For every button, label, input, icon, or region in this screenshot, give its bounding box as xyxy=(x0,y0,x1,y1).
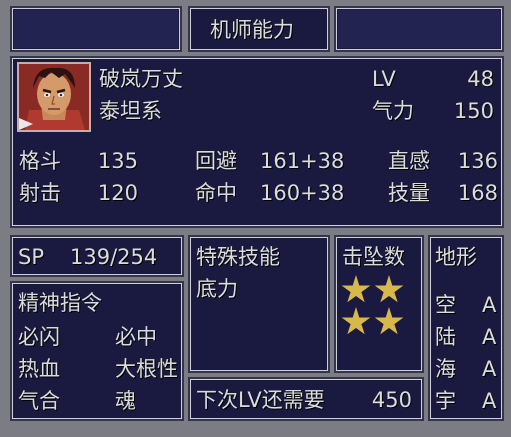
next-level-label: 下次LV还需要 xyxy=(196,388,325,412)
terrain-name-air: 空 xyxy=(435,293,456,317)
pilot-series: 泰坦系 xyxy=(99,99,162,123)
will-label: 气力 xyxy=(372,99,414,123)
kill-star-icon xyxy=(374,307,404,335)
shoot-value: 120 xyxy=(97,181,138,205)
sp-value: 139/254 xyxy=(70,245,158,269)
spirit-commands-panel: 精神指令 必闪 必中 热血 大根性 气合 魂 xyxy=(10,281,184,421)
pilot-name: 破岚万丈 xyxy=(99,67,183,91)
spirit-command[interactable]: 气合 xyxy=(18,389,60,413)
pilot-status-screen: 机师能力 破岚万丈 泰坦系 LV 48 气力 150 格斗 135 射击 120… xyxy=(0,0,511,437)
hit-label: 命中 xyxy=(195,181,237,205)
pilot-portrait xyxy=(17,62,91,132)
melee-value: 135 xyxy=(97,149,138,173)
terrain-rank-space: A xyxy=(482,389,497,413)
spirit-command[interactable]: 热血 xyxy=(18,357,60,381)
sp-panel: SP 139/254 xyxy=(10,235,184,277)
kill-count-panel: 击坠数 xyxy=(334,235,424,373)
terrain-rank-land: A xyxy=(482,325,497,349)
page-title: 机师能力 xyxy=(210,18,294,42)
kill-star-icon xyxy=(341,275,371,303)
intuition-value: 136 xyxy=(457,149,498,173)
terrain-title: 地形 xyxy=(435,245,477,269)
skill-value: 168 xyxy=(457,181,498,205)
special-skills-title: 特殊技能 xyxy=(196,245,280,269)
will-value: 150 xyxy=(453,99,494,123)
terrain-rank-sea: A xyxy=(482,357,497,381)
level-label: LV xyxy=(372,67,396,91)
kill-star-icon xyxy=(341,307,371,335)
spirit-command[interactable]: 魂 xyxy=(115,389,136,413)
melee-label: 格斗 xyxy=(19,149,61,173)
terrain-name-land: 陆 xyxy=(435,325,456,349)
hit-value: 160+38 xyxy=(260,181,345,205)
next-level-value: 450 xyxy=(371,388,412,412)
header-right-blank xyxy=(334,6,504,52)
evade-value: 161+38 xyxy=(260,149,345,173)
kill-count-title: 击坠数 xyxy=(342,245,405,269)
special-skills-panel: 特殊技能 底力 xyxy=(188,235,330,373)
terrain-panel: 地形 空 A 陆 A 海 A 宇 A xyxy=(428,235,504,421)
terrain-name-space: 宇 xyxy=(435,389,456,413)
next-level-panel: 下次LV还需要 450 xyxy=(188,377,424,421)
header-title-panel: 机师能力 xyxy=(188,6,330,52)
terrain-rank-air: A xyxy=(482,293,497,317)
spirit-command[interactable]: 必中 xyxy=(115,325,157,349)
special-skill-item[interactable]: 底力 xyxy=(196,277,238,301)
spirit-command[interactable]: 必闪 xyxy=(18,325,60,349)
sp-label: SP xyxy=(18,245,44,269)
intuition-label: 直感 xyxy=(388,149,430,173)
header-left-blank xyxy=(10,6,182,52)
spirit-command[interactable]: 大根性 xyxy=(115,357,178,381)
level-value: 48 xyxy=(467,67,494,91)
kill-star-icon xyxy=(374,275,404,303)
skill-label: 技量 xyxy=(388,181,430,205)
shoot-label: 射击 xyxy=(19,181,61,205)
spirit-title: 精神指令 xyxy=(18,291,102,315)
terrain-name-sea: 海 xyxy=(435,357,456,381)
pilot-face-icon xyxy=(19,64,89,130)
evade-label: 回避 xyxy=(195,149,237,173)
